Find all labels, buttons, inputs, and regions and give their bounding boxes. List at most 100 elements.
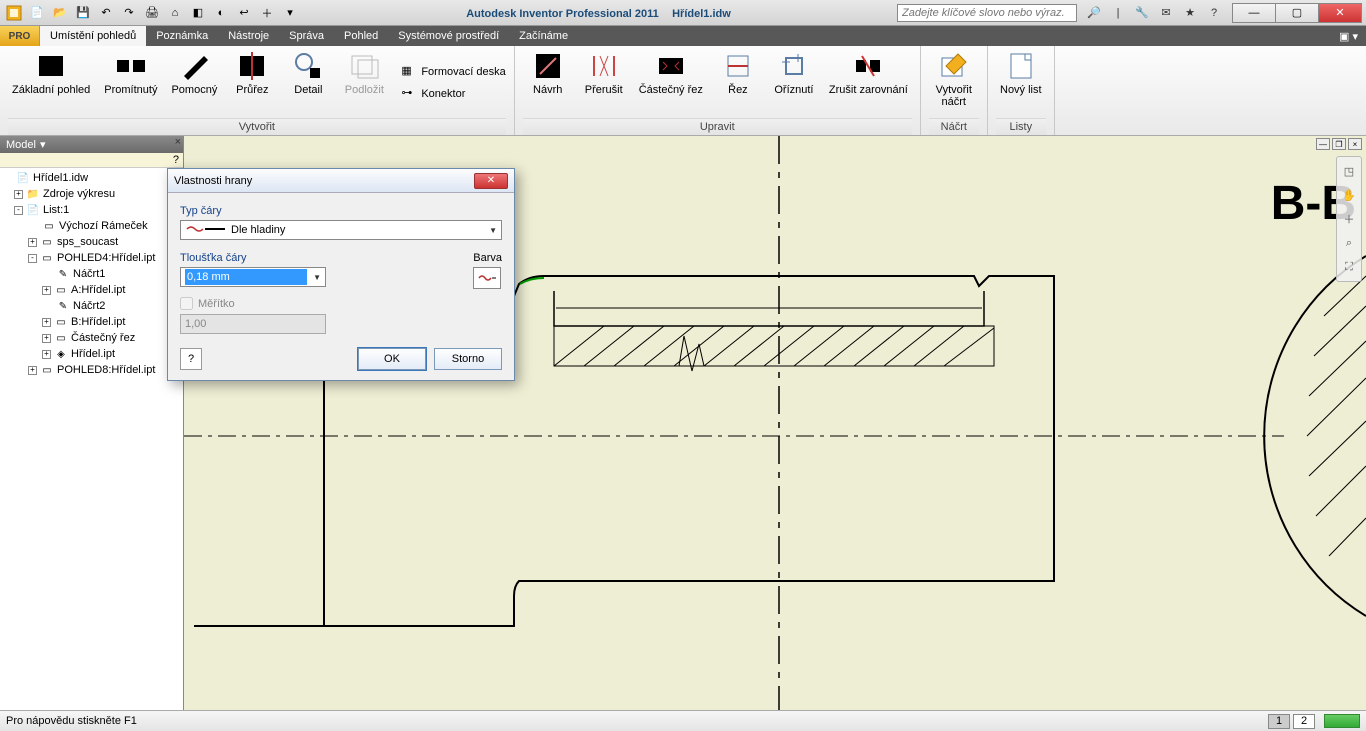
break-alignment-button[interactable]: Zrušit zarovnání (825, 48, 912, 118)
tab-sprava[interactable]: Správa (279, 26, 334, 46)
window-title: Autodesk Inventor Professional 2011 Hříd… (300, 6, 897, 20)
expand-toggle[interactable]: + (28, 366, 37, 375)
tree-node[interactable]: ▭Výchozí Rámeček (0, 218, 183, 234)
tree-node[interactable]: +▭sps_soucast (0, 234, 183, 250)
color-button[interactable] (473, 267, 501, 289)
expand-toggle[interactable]: + (42, 350, 51, 359)
new-sheet-button[interactable]: Nový list (996, 48, 1046, 118)
cancel-button[interactable]: Storno (434, 348, 502, 370)
quick-access-toolbar: 📄 📂 💾 ↶ ↷ 🖨 ⌂ ◧ ◐ ↩ ＋ ▾ (4, 3, 300, 23)
line-type-label: Typ čáry (180, 205, 502, 217)
create-sketch-button[interactable]: Vytvořit náčrt (929, 48, 979, 118)
close-button[interactable]: ✕ (1318, 3, 1362, 23)
binoculars-icon[interactable]: 🔎 (1085, 4, 1103, 22)
qat-color-icon[interactable]: ◐ (211, 3, 231, 23)
tree-node[interactable]: -▭POHLED4:Hřídel.ipt (0, 250, 183, 266)
thickness-combo[interactable]: ▼ (180, 267, 326, 287)
base-view-button[interactable]: Základní pohled (8, 48, 94, 118)
browser-header[interactable]: Model▾ (0, 136, 183, 153)
slice-button[interactable]: Řez (713, 48, 763, 118)
qat-new-icon[interactable]: 📄 (27, 3, 47, 23)
viewcube-icon[interactable]: ◳ (1339, 161, 1359, 181)
key-icon[interactable]: 🔧 (1133, 4, 1151, 22)
node-icon: ◈ (54, 347, 68, 361)
qat-print-icon[interactable]: 🖨 (142, 3, 162, 23)
crop-button[interactable]: Oříznutí (769, 48, 819, 118)
qat-undo-icon[interactable]: ↶ (96, 3, 116, 23)
detail-view-button[interactable]: Detail (283, 48, 333, 118)
tab-nastroje[interactable]: Nástroje (218, 26, 279, 46)
page-2-button[interactable]: 2 (1293, 714, 1315, 729)
expand-toggle[interactable]: + (14, 190, 23, 199)
qat-material-icon[interactable]: ◧ (188, 3, 208, 23)
tree-node[interactable]: +◈Hřídel.ipt (0, 346, 183, 362)
star-icon[interactable]: ★ (1181, 4, 1199, 22)
pan-icon[interactable]: ✋ (1339, 185, 1359, 205)
maximize-button[interactable]: ▢ (1275, 3, 1319, 23)
line-sample-icon (185, 224, 225, 237)
tree-node[interactable]: +▭A:Hřídel.ipt (0, 282, 183, 298)
expand-toggle[interactable]: - (14, 206, 23, 215)
search-input[interactable] (897, 4, 1077, 22)
dialog-close-button[interactable]: ✕ (474, 173, 508, 189)
qat-home-icon[interactable]: ⌂ (165, 3, 185, 23)
tree-node[interactable]: +📁Zdroje výkresu (0, 186, 183, 202)
tree-node[interactable]: +▭POHLED8:Hřídel.ipt (0, 362, 183, 378)
tree-node[interactable]: ✎Náčrt2 (0, 298, 183, 314)
tab-zaciname[interactable]: Začínáme (509, 26, 578, 46)
projected-view-label: Promítnutý (104, 84, 157, 96)
projected-view-button[interactable]: Promítnutý (100, 48, 161, 118)
connector-button[interactable]: ⊶Konektor (401, 84, 505, 104)
line-type-combo[interactable]: Dle hladiny ▼ (180, 220, 502, 240)
breakout-button[interactable]: Částečný řez (635, 48, 707, 118)
qat-save-icon[interactable]: 💾 (73, 3, 93, 23)
expand-toggle[interactable]: + (42, 286, 51, 295)
pro-badge[interactable]: PRO (0, 26, 40, 46)
browser-tree[interactable]: 📄Hřídel1.idw+📁Zdroje výkresu-📄List:1▭Výc… (0, 168, 183, 710)
minimize-button[interactable]: — (1232, 3, 1276, 23)
qat-dropdown-icon[interactable]: ▾ (280, 3, 300, 23)
help-icon[interactable]: ? (1205, 4, 1223, 22)
tree-node[interactable]: ✎Náčrt1 (0, 266, 183, 282)
qat-redo-icon[interactable]: ↷ (119, 3, 139, 23)
tree-node[interactable]: +▭Částečný řez (0, 330, 183, 346)
expand-toggle[interactable]: - (28, 254, 37, 263)
page-1-button[interactable]: 1 (1268, 714, 1290, 729)
zoom-icon[interactable]: ⌕ (1339, 233, 1359, 253)
expand-toggle[interactable]: + (42, 334, 51, 343)
auxiliary-view-button[interactable]: Pomocný (167, 48, 221, 118)
zoom-all-icon[interactable]: ⛶ (1339, 257, 1359, 277)
document-name: Hřídel1.idw (672, 8, 731, 20)
tree-node[interactable]: 📄Hřídel1.idw (0, 170, 183, 186)
scale-input (180, 314, 326, 334)
scale-checkbox-row[interactable]: Měřítko (180, 297, 326, 310)
qat-plus-icon[interactable]: ＋ (257, 3, 277, 23)
sheet-pager: 1 2 (1268, 714, 1360, 729)
expand-toggle[interactable]: + (28, 238, 37, 247)
ok-button[interactable]: OK (358, 348, 426, 370)
expand-toggle[interactable]: + (42, 318, 51, 327)
dialog-help-button[interactable]: ? (180, 348, 202, 370)
tab-poznamka[interactable]: Poznámka (146, 26, 218, 46)
qat-open-icon[interactable]: 📂 (50, 3, 70, 23)
comm-icon[interactable]: ✉ (1157, 4, 1175, 22)
qat-return-icon[interactable]: ↩ (234, 3, 254, 23)
help-icon[interactable]: ? (173, 154, 179, 166)
break-button[interactable]: Přerušit (579, 48, 629, 118)
color-label: Barva (473, 252, 502, 264)
tab-options-icon[interactable]: ▣ ▾ (1339, 30, 1358, 43)
tab-umisteni-pohledu[interactable]: Umístění pohledů (40, 26, 146, 46)
draft-button[interactable]: Návrh (523, 48, 573, 118)
app-menu-button[interactable] (4, 3, 24, 23)
tab-pohled[interactable]: Pohled (334, 26, 388, 46)
dialog-titlebar[interactable]: Vlastnosti hrany ✕ (168, 169, 514, 193)
browser-close-icon[interactable]: × (175, 136, 181, 148)
section-view-button[interactable]: Průřez (227, 48, 277, 118)
zoom-in-icon[interactable]: ＋ (1339, 209, 1359, 229)
mold-plate-button[interactable]: ▦Formovací deska (401, 62, 505, 82)
tab-systemove-prostredi[interactable]: Systémové prostředí (388, 26, 509, 46)
tree-node[interactable]: +▭B:Hřídel.ipt (0, 314, 183, 330)
tree-node[interactable]: -📄List:1 (0, 202, 183, 218)
thickness-input[interactable] (185, 269, 307, 285)
status-hint: Pro nápovědu stiskněte F1 (6, 715, 137, 727)
